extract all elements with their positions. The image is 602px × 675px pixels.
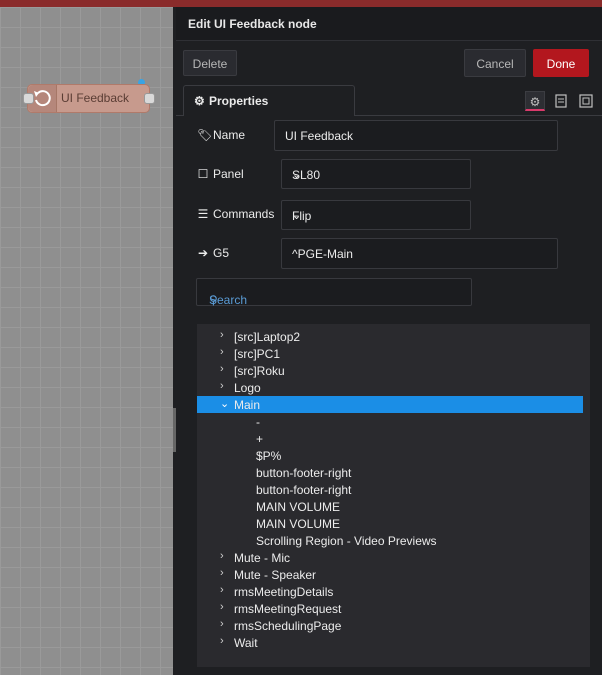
tree-item[interactable]: › Logo (197, 379, 583, 396)
tree-item-label: MAIN VOLUME (256, 500, 341, 514)
chevron-right-icon[interactable]: › (220, 618, 230, 630)
appearance-frame-icon[interactable] (576, 91, 596, 111)
chevron-right-icon[interactable]: › (220, 329, 230, 341)
settings-gear-icon[interactable]: ⚙ (525, 91, 545, 111)
tab-properties[interactable]: ⚙ Properties (183, 85, 355, 116)
chevron-down-icon[interactable]: ⌄ (220, 397, 230, 410)
chevron-right-icon[interactable]: › (220, 584, 230, 596)
tree-item-label: [src]Roku (234, 364, 285, 378)
search-placeholder-text: Search (209, 293, 248, 307)
panel-select[interactable]: SL80 ⌄ (281, 159, 471, 189)
tree-item-label: [src]PC1 (234, 347, 281, 361)
tag-icon: 🏷 (197, 128, 213, 142)
tray-tabs: ⚙ Properties ⚙ (176, 85, 602, 116)
chevron-right-icon[interactable]: › (220, 363, 230, 375)
tree-child-item[interactable]: button-footer-right (197, 481, 583, 498)
tree-item-label: Main (234, 398, 261, 412)
tree-item-label: MAIN VOLUME (256, 517, 341, 531)
tree-child-item[interactable]: + (197, 430, 583, 447)
tree-child-item[interactable]: MAIN VOLUME (197, 498, 583, 515)
name-field-value: UI Feedback (285, 129, 354, 143)
commands-label-row: ☰ Commands (197, 207, 275, 221)
node-output-port[interactable] (144, 93, 155, 104)
search-input[interactable]: ⚲ Search (196, 278, 472, 307)
ui-feedback-node[interactable]: UI Feedback (27, 84, 150, 113)
tree-item-label: + (256, 432, 264, 446)
commands-select[interactable]: Flip ⌄ (281, 200, 471, 230)
tree-child-item[interactable]: $P% (197, 447, 583, 464)
tree-child-item[interactable]: - (197, 413, 583, 430)
description-doc-icon[interactable] (551, 91, 571, 111)
delete-button[interactable]: Delete (183, 50, 237, 76)
g5-field-value: ^PGE-Main (292, 247, 353, 261)
chevron-right-icon[interactable]: › (220, 550, 230, 562)
tree-item[interactable]: › [src]Laptop2 (197, 328, 583, 345)
chevron-right-icon[interactable]: › (220, 635, 230, 647)
commands-label: Commands (213, 207, 275, 221)
tree-item-label: Scrolling Region - Video Previews (256, 534, 437, 548)
page-tree[interactable]: › [src]Laptop2 › [src]PC1 › [src]Roku › Logo… (197, 324, 590, 667)
tree-item-label: Wait (234, 636, 258, 650)
tab-properties-label: Properties (209, 94, 269, 108)
top-accent-bar (0, 0, 602, 7)
tree-item-label: rmsSchedulingPage (234, 619, 342, 633)
cancel-button[interactable]: Cancel (464, 49, 526, 77)
panel-label: Panel (213, 167, 244, 181)
tree-item-label: button-footer-right (256, 483, 352, 497)
chevron-right-icon[interactable]: › (220, 346, 230, 358)
tree-item[interactable]: › rmsSchedulingPage (197, 617, 583, 634)
edit-tray: Edit UI Feedback node Delete Cancel Done… (176, 7, 602, 675)
tree-item-label: rmsMeetingDetails (234, 585, 334, 599)
tree-item-label: - (256, 415, 260, 429)
node-input-port[interactable] (23, 93, 34, 104)
tree-item-label: rmsMeetingRequest (234, 602, 342, 616)
tree-child-item[interactable]: Scrolling Region - Video Previews (197, 532, 583, 549)
g5-field[interactable]: ^PGE-Main (281, 238, 558, 269)
square-icon: ☐ (197, 167, 209, 181)
tree-item[interactable]: › rmsMeetingDetails (197, 583, 583, 600)
tree-item-label: $P% (256, 449, 282, 463)
tree-item[interactable]: › Wait (197, 634, 583, 651)
tree-item[interactable]: › rmsMeetingRequest (197, 600, 583, 617)
list-icon: ☰ (197, 207, 209, 221)
name-label: Name (213, 128, 246, 142)
chevron-right-icon[interactable]: › (220, 380, 230, 392)
tree-item-label: Mute - Mic (234, 551, 291, 565)
arrow-circle-right-icon: ➔ (197, 246, 209, 260)
chevron-down-icon: ⌄ (292, 169, 302, 181)
tree-item-label: [src]Laptop2 (234, 330, 301, 344)
tree-item[interactable]: › [src]PC1 (197, 345, 583, 362)
tray-title: Edit UI Feedback node (188, 17, 317, 31)
g5-label: G5 (213, 246, 230, 260)
tree-child-item[interactable]: MAIN VOLUME (197, 515, 583, 532)
name-label-row: 🏷Name (197, 128, 245, 142)
tree-item[interactable]: › Mute - Speaker (197, 566, 583, 583)
tree-item[interactable]: › Mute - Mic (197, 549, 583, 566)
tree-item-label: button-footer-right (256, 466, 352, 480)
tray-header: Edit UI Feedback node (176, 7, 602, 41)
tree-item[interactable]: › [src]Roku (197, 362, 583, 379)
name-field[interactable]: UI Feedback (274, 120, 558, 151)
panel-label-row: ☐ Panel (197, 167, 244, 181)
chevron-right-icon[interactable]: › (220, 601, 230, 613)
tree-item-selected[interactable]: ⌄ Main (197, 396, 583, 413)
done-button[interactable]: Done (533, 49, 589, 77)
gear-icon: ⚙ (194, 94, 205, 108)
tree-item-label: Mute - Speaker (234, 568, 317, 582)
chevron-right-icon[interactable]: › (220, 567, 230, 579)
chevron-down-icon: ⌄ (292, 210, 302, 222)
tree-child-item[interactable]: button-footer-right (197, 464, 583, 481)
g5-label-row: ➔ G5 (197, 246, 229, 260)
tree-item-label: Logo (234, 381, 261, 395)
node-label: UI Feedback (61, 91, 130, 105)
flow-workspace[interactable]: UI Feedback (0, 7, 173, 675)
